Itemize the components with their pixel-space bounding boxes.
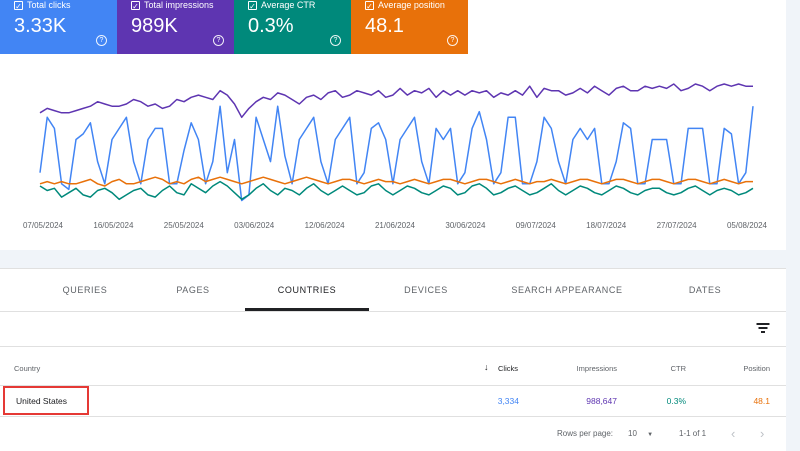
x-tick-label: 03/06/2024 (234, 221, 275, 230)
ctr-cell: 0.3% (666, 396, 686, 406)
x-tick-label: 25/05/2024 (164, 221, 205, 230)
rows-per-page-value: 10 (628, 429, 637, 438)
series-line-average-ctr (39, 180, 754, 201)
page-range: 1-1 of 1 (679, 429, 707, 438)
help-icon[interactable]: ? (96, 35, 107, 46)
metric-card-position[interactable]: ✓ Average position 48.1 ? (351, 0, 468, 54)
tab-countries[interactable]: COUNTRIES (252, 269, 362, 311)
next-page-icon[interactable]: › (760, 426, 764, 441)
chevron-down-icon: ▼ (647, 432, 654, 438)
x-tick-label: 09/07/2024 (516, 221, 557, 230)
table-panel: QUERIES PAGES COUNTRIES DEVICES SEARCH A… (0, 268, 786, 451)
metric-value: 0.3% (248, 15, 294, 37)
rows-per-page-label: Rows per page: (557, 429, 614, 438)
table-header: Country ↓ Clicks Impressions CTR Positio… (0, 347, 786, 386)
x-tick-label: 18/07/2024 (586, 221, 627, 230)
checkbox-icon[interactable]: ✓ (14, 0, 23, 11)
rows-per-page-select[interactable]: 10 ▼ (628, 429, 653, 438)
filter-row (0, 312, 786, 347)
checkbox-icon[interactable]: ✓ (365, 0, 374, 11)
metric-label: Total impressions (144, 0, 214, 10)
table-row[interactable]: United States 3,334 988,647 0.3% 48.1 (0, 386, 786, 417)
x-tick-label: 21/06/2024 (375, 221, 416, 230)
x-tick-label: 27/07/2024 (657, 221, 698, 230)
tab-queries[interactable]: QUERIES (30, 269, 140, 311)
clicks-cell: 3,334 (497, 396, 519, 406)
series-line-total-clicks (39, 105, 754, 202)
tab-devices[interactable]: DEVICES (371, 269, 481, 311)
performance-chart[interactable]: 07/05/2024 16/05/2024 25/05/2024 03/06/2024… (0, 54, 786, 240)
metric-value: 48.1 (365, 15, 404, 37)
help-icon[interactable]: ? (213, 35, 224, 46)
filter-icon[interactable] (756, 322, 770, 334)
position-cell: 48.1 (753, 396, 770, 406)
highlight-box (3, 386, 89, 415)
metric-card-ctr[interactable]: ✓ Average CTR 0.3% ? (234, 0, 351, 54)
pagination: Rows per page: 10 ▼ 1-1 of 1 ‹ › (0, 417, 786, 451)
metric-label: Average position (378, 0, 445, 10)
x-tick-label: 30/06/2024 (445, 221, 486, 230)
metric-card-impressions[interactable]: ✓ Total impressions 989K ? (117, 0, 234, 54)
tab-search-appearance[interactable]: SEARCH APPEARANCE (506, 269, 628, 311)
performance-panel: ✓ Total clicks 3.33K ? ✓ Total impressions… (0, 0, 786, 250)
impressions-cell: 988,647 (586, 396, 617, 406)
column-header-position[interactable]: Position (743, 364, 770, 373)
metric-card-clicks[interactable]: ✓ Total clicks 3.33K ? (0, 0, 117, 54)
sort-desc-icon[interactable]: ↓ (484, 362, 489, 372)
dimension-tabs: QUERIES PAGES COUNTRIES DEVICES SEARCH A… (0, 269, 786, 312)
x-tick-label: 12/06/2024 (305, 221, 346, 230)
metric-value: 3.33K (14, 15, 67, 37)
prev-page-icon[interactable]: ‹ (731, 426, 735, 441)
x-tick-label: 16/05/2024 (93, 221, 134, 230)
checkbox-icon[interactable]: ✓ (131, 0, 140, 11)
metric-label: Total clicks (27, 0, 71, 10)
help-icon[interactable]: ? (447, 35, 458, 46)
series-line-total-impressions (39, 83, 753, 119)
tab-dates[interactable]: DATES (650, 269, 760, 311)
x-tick-label: 07/05/2024 (23, 221, 64, 230)
metric-label: Average CTR (261, 0, 316, 10)
x-tick-label: 05/08/2024 (727, 221, 768, 230)
column-header-impressions[interactable]: Impressions (577, 364, 617, 373)
metric-value: 989K (131, 15, 178, 37)
tab-pages[interactable]: PAGES (138, 269, 248, 311)
column-header-country[interactable]: Country (14, 364, 40, 373)
column-header-clicks[interactable]: Clicks (498, 364, 518, 373)
active-tab-indicator (245, 308, 369, 311)
help-icon[interactable]: ? (330, 35, 341, 46)
column-header-ctr[interactable]: CTR (671, 364, 686, 373)
checkbox-icon[interactable]: ✓ (248, 0, 257, 11)
